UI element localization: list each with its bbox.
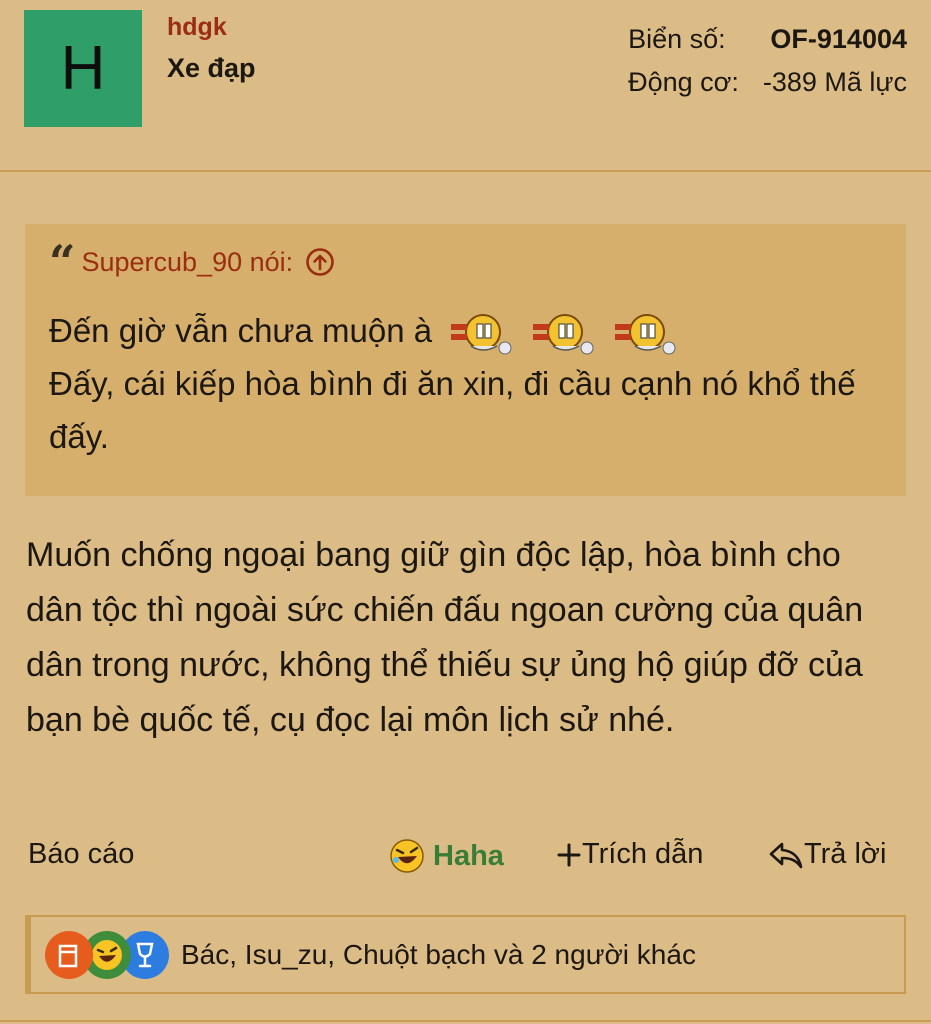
- haha-reaction-button[interactable]: Haha: [389, 838, 504, 874]
- post-header: H hdgk Xe đạp Biển số: OF-914004 Động cơ…: [0, 0, 931, 172]
- haha-label: Haha: [433, 839, 504, 872]
- post-body: Muốn chống ngoại bang giữ gìn độc lập, h…: [26, 536, 864, 739]
- quote-header[interactable]: “ Supercub_90 nói:: [49, 235, 884, 289]
- quote-line-2: Đấy, cái kiếp hòa bình đi ăn xin, đi cầu…: [49, 365, 856, 455]
- laughing-emoji-icon: [451, 314, 512, 355]
- reaction-icons: [45, 930, 169, 979]
- engine-label: Động cơ:: [628, 67, 739, 97]
- engine-row: Động cơ: -389 Mã lực: [628, 65, 907, 108]
- plate-row: Biển số: OF-914004: [628, 22, 907, 65]
- quote-text-1: Đến giờ vẫn chưa muộn à: [49, 312, 433, 349]
- reply-arrow-icon: [769, 842, 803, 868]
- laughing-emoji-icon: [615, 314, 676, 355]
- laughing-emoji-icon: [533, 314, 594, 355]
- quote-body: Đến giờ vẫn chưa muộn à Đấy, cái kiếp hò…: [49, 304, 884, 463]
- quote-button-label: Trích dẫn: [582, 838, 704, 870]
- emoji-row: [447, 310, 693, 356]
- reply-label: Trả lời: [804, 838, 887, 870]
- engine-value: -389 Mã lực: [762, 67, 907, 97]
- report-link[interactable]: Báo cáo: [28, 838, 134, 871]
- quote-button[interactable]: Trích dẫn: [556, 838, 703, 871]
- user-info: Biển số: OF-914004 Động cơ: -389 Mã lực: [628, 22, 907, 108]
- user-title: Xe đạp: [167, 53, 256, 83]
- quote-line-1: Đến giờ vẫn chưa muộn à: [49, 304, 884, 357]
- quote-author[interactable]: Supercub_90 nói:: [81, 247, 293, 278]
- beer-icon: [45, 930, 93, 979]
- reactions-text[interactable]: Bác, Isu_zu, Chuột bạch và 2 người khác: [181, 939, 696, 971]
- arrow-up-circle-icon[interactable]: [305, 247, 335, 277]
- quote-block: “ Supercub_90 nói: Đến giờ vẫn chưa muộn…: [25, 224, 906, 496]
- post-actions: Báo cáo Haha Trích dẫn Trả lời: [26, 838, 906, 878]
- plate-value: OF-914004: [770, 24, 907, 54]
- username-link[interactable]: hdgk: [167, 13, 227, 42]
- quote-mark-icon: “: [49, 235, 76, 289]
- reactions-bar[interactable]: Bác, Isu_zu, Chuột bạch và 2 người khác: [25, 915, 906, 994]
- avatar[interactable]: H: [24, 10, 142, 127]
- divider: [0, 1020, 931, 1022]
- haha-icon: [390, 839, 424, 873]
- plus-icon: [557, 843, 581, 866]
- plate-label: Biển số:: [628, 24, 726, 54]
- reply-button[interactable]: Trả lời: [768, 838, 886, 871]
